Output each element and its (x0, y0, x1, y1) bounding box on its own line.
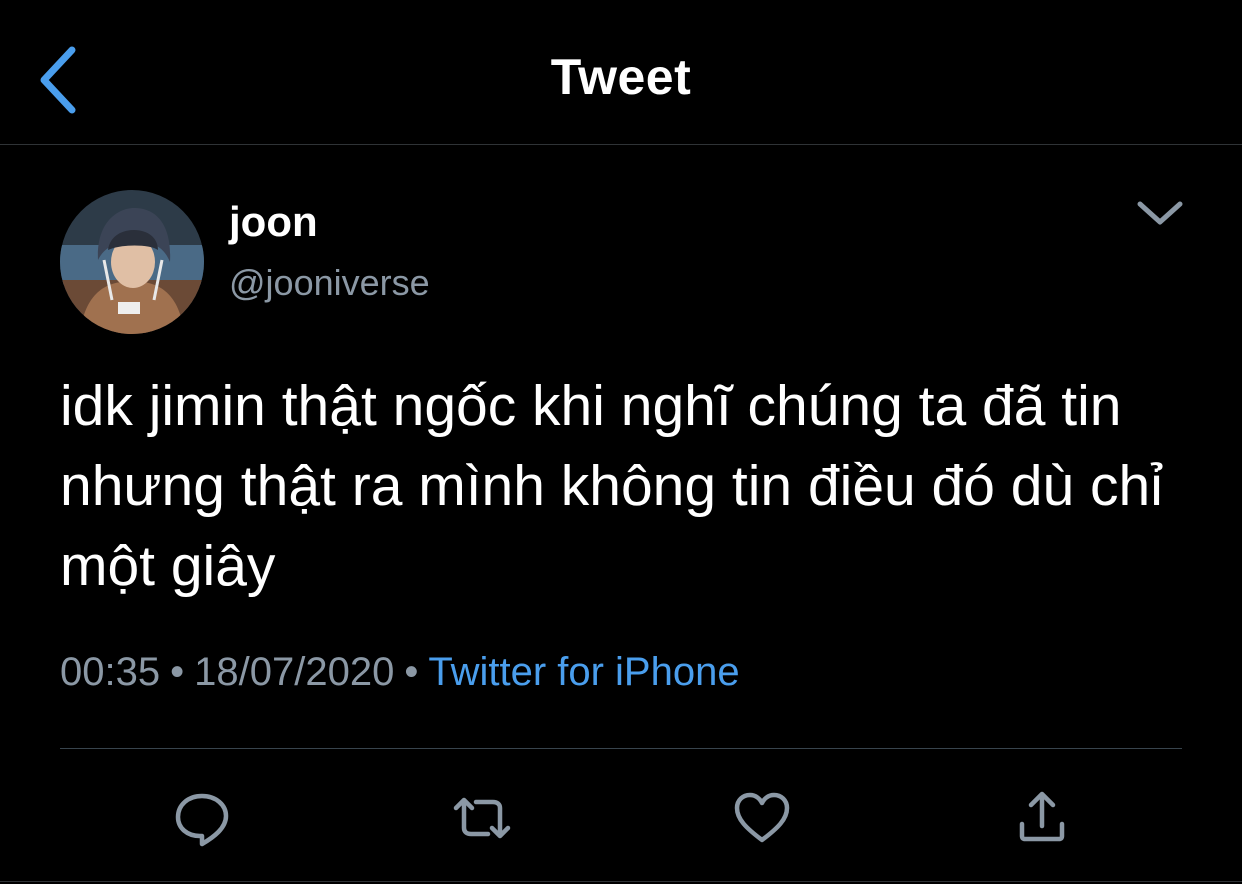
chevron-down-icon (1137, 201, 1183, 225)
tweet-time: 00:35 (60, 650, 161, 694)
share-button[interactable] (1012, 788, 1072, 848)
page-title: Tweet (550, 49, 692, 105)
reply-icon (175, 793, 229, 847)
divider (60, 748, 1182, 749)
tweet-text: idk jimin thật ngốc khi nghĩ chúng ta đã… (60, 374, 1163, 598)
avatar-image (60, 190, 204, 334)
tweet-date: 18/07/2020 (194, 650, 395, 694)
avatar[interactable] (60, 190, 204, 334)
tweet-metadata: 00:35 • 18/07/2020 • Twitter for iPhone (60, 650, 740, 695)
divider (0, 881, 1242, 882)
separator-dot: • (170, 650, 185, 694)
more-options-button[interactable] (1132, 192, 1188, 236)
like-button[interactable] (732, 788, 792, 848)
retweet-icon (453, 797, 511, 839)
author-name[interactable]: joon (229, 198, 318, 246)
top-bar: Tweet (0, 0, 1242, 145)
separator-dot: • (404, 650, 419, 694)
retweet-button[interactable] (452, 788, 512, 848)
reply-button[interactable] (172, 788, 232, 848)
author-handle[interactable]: @jooniverse (229, 262, 430, 304)
share-icon (1019, 791, 1065, 842)
tweet-source-link[interactable]: Twitter for iPhone (428, 650, 739, 694)
heart-icon (734, 792, 790, 843)
